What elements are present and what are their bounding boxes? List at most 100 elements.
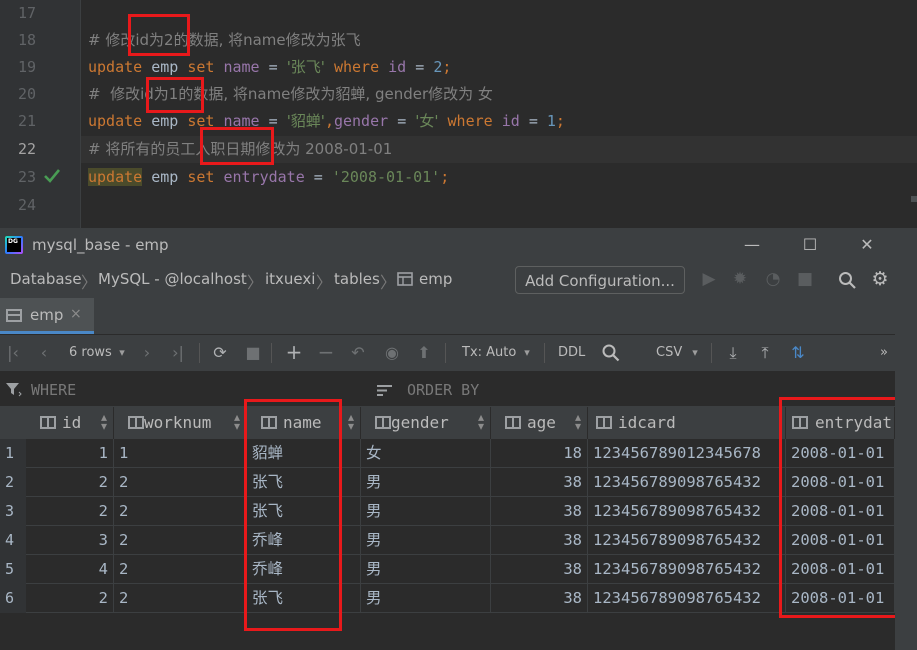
table-cell-name[interactable]: 张飞: [247, 584, 361, 613]
table-cell-worknum[interactable]: 2: [114, 526, 247, 555]
export-format-selector[interactable]: CSV: [656, 345, 682, 360]
debug-icon[interactable]: ✹: [729, 269, 751, 289]
run-icon[interactable]: ▶: [698, 269, 720, 289]
table-cell-name[interactable]: 乔峰: [247, 526, 361, 555]
row-number[interactable]: 3: [0, 497, 26, 526]
first-page-icon[interactable]: |‹: [2, 343, 24, 362]
row-number[interactable]: 4: [0, 526, 26, 555]
stop-icon[interactable]: ■: [794, 269, 816, 289]
row-number[interactable]: 1: [0, 439, 26, 468]
order-by-input[interactable]: ORDER BY: [407, 381, 479, 399]
search-icon[interactable]: [838, 271, 857, 290]
maximize-button[interactable]: ☐: [795, 232, 825, 258]
table-cell-gender[interactable]: 女: [361, 439, 491, 468]
table-cell-entrydate[interactable]: 2008-01-01: [786, 497, 895, 526]
sort-arrows-icon[interactable]: ▴ ▾: [478, 411, 484, 432]
table-cell-age[interactable]: 38: [491, 497, 588, 526]
coverage-icon[interactable]: ◔: [762, 269, 784, 289]
chevron-down-icon[interactable]: ▾: [111, 346, 133, 359]
table-cell-name[interactable]: 乔峰: [247, 555, 361, 584]
refresh-icon[interactable]: ⟳: [209, 343, 231, 362]
column-header-worknum[interactable]: worknum ▴ ▾: [114, 407, 247, 439]
table-cell-worknum[interactable]: 1: [114, 439, 247, 468]
table-cell-name[interactable]: 貂蝉: [247, 439, 361, 468]
column-header-age[interactable]: age ▴ ▾: [491, 407, 588, 439]
sort-arrows-icon[interactable]: ▴ ▾: [348, 411, 354, 432]
row-count-selector[interactable]: 6 rows: [69, 345, 112, 360]
table-cell-age[interactable]: 38: [491, 468, 588, 497]
submit-icon[interactable]: ⬆: [413, 343, 435, 362]
gear-icon[interactable]: ⚙: [869, 268, 891, 290]
delete-row-icon[interactable]: −: [315, 340, 337, 364]
result-grid[interactable]: id ▴ ▾ worknum ▴ ▾ name ▴ ▾ gender ▴ ▾ age ▴ ▾ idc…: [0, 397, 917, 650]
breadcrumb-connection[interactable]: MySQL - @localhost: [98, 270, 247, 288]
revert-icon[interactable]: ↶: [347, 343, 369, 362]
table-cell-worknum[interactable]: 2: [114, 497, 247, 526]
close-button[interactable]: ✕: [852, 232, 882, 258]
table-cell-entrydate[interactable]: 2008-01-01: [786, 555, 895, 584]
minimize-button[interactable]: —: [737, 232, 767, 258]
ddl-button[interactable]: DDL: [558, 345, 585, 360]
add-configuration-button[interactable]: Add Configuration...: [515, 266, 685, 294]
table-cell-entrydate[interactable]: 2008-01-01: [786, 584, 895, 613]
row-number[interactable]: 2: [0, 468, 26, 497]
table-cell-gender[interactable]: 男: [361, 526, 491, 555]
breadcrumb-schema[interactable]: itxuexi: [265, 270, 315, 288]
transaction-mode-selector[interactable]: Tx: Auto: [462, 345, 516, 360]
sort-arrows-icon[interactable]: ▴ ▾: [575, 411, 581, 432]
compare-icon[interactable]: ⇅: [787, 343, 809, 362]
table-cell-name[interactable]: 张飞: [247, 468, 361, 497]
table-cell-idcard[interactable]: 123456789098765432: [588, 555, 786, 584]
column-header-entrydate[interactable]: entrydat: [786, 407, 895, 439]
column-header-id[interactable]: id ▴ ▾: [26, 407, 114, 439]
row-number[interactable]: 5: [0, 555, 26, 584]
table-cell-id[interactable]: 1: [26, 439, 114, 468]
breadcrumb-database[interactable]: Database: [10, 270, 82, 288]
table-cell-idcard[interactable]: 123456789098765432: [588, 526, 786, 555]
stop-icon[interactable]: ■: [242, 343, 264, 362]
table-cell-worknum[interactable]: 2: [114, 584, 247, 613]
table-cell-id[interactable]: 2: [26, 584, 114, 613]
table-cell-id[interactable]: 2: [26, 497, 114, 526]
table-cell-idcard[interactable]: 123456789098765432: [588, 468, 786, 497]
chevron-down-icon[interactable]: ▾: [516, 346, 538, 359]
table-cell-entrydate[interactable]: 2008-01-01: [786, 439, 895, 468]
search-icon[interactable]: [602, 344, 620, 362]
table-cell-age[interactable]: 38: [491, 555, 588, 584]
table-cell-entrydate[interactable]: 2008-01-01: [786, 468, 895, 497]
table-cell-age[interactable]: 38: [491, 584, 588, 613]
table-cell-id[interactable]: 2: [26, 468, 114, 497]
tab-close-icon[interactable]: ×: [70, 306, 82, 322]
column-header-idcard[interactable]: idcard: [588, 407, 786, 439]
table-cell-id[interactable]: 3: [26, 526, 114, 555]
import-icon[interactable]: ⤒: [754, 343, 776, 363]
column-header-name[interactable]: name ▴ ▾: [247, 407, 361, 439]
table-cell-worknum[interactable]: 2: [114, 468, 247, 497]
table-cell-gender[interactable]: 男: [361, 468, 491, 497]
table-cell-idcard[interactable]: 123456789098765432: [588, 497, 786, 526]
sql-editor[interactable]: 17 18 19 20 21 22 23 24 # 修改id为2的数据, 将na…: [0, 0, 917, 228]
previous-page-icon[interactable]: ‹: [33, 343, 55, 362]
table-cell-idcard[interactable]: 123456789012345678: [588, 439, 786, 468]
row-number[interactable]: 6: [0, 584, 26, 613]
table-cell-idcard[interactable]: 123456789098765432: [588, 584, 786, 613]
column-header-gender[interactable]: gender ▴ ▾: [361, 407, 491, 439]
view-icon[interactable]: ◉: [381, 343, 403, 362]
table-cell-gender[interactable]: 男: [361, 584, 491, 613]
sort-arrows-icon[interactable]: ▴ ▾: [234, 411, 240, 432]
table-cell-gender[interactable]: 男: [361, 555, 491, 584]
table-cell-name[interactable]: 张飞: [247, 497, 361, 526]
breadcrumb-table[interactable]: emp: [419, 270, 452, 288]
chevron-down-icon[interactable]: ▾: [684, 346, 706, 359]
table-cell-id[interactable]: 4: [26, 555, 114, 584]
export-icon[interactable]: ⤓: [722, 343, 744, 363]
more-icon[interactable]: »: [873, 345, 895, 360]
next-page-icon[interactable]: ›: [136, 343, 158, 362]
table-cell-gender[interactable]: 男: [361, 497, 491, 526]
table-cell-age[interactable]: 38: [491, 526, 588, 555]
table-cell-age[interactable]: 18: [491, 439, 588, 468]
editor-scrollbar[interactable]: [911, 196, 917, 202]
breadcrumb-tables[interactable]: tables: [334, 270, 380, 288]
table-cell-worknum[interactable]: 2: [114, 555, 247, 584]
tab-emp[interactable]: emp ×: [0, 298, 94, 334]
